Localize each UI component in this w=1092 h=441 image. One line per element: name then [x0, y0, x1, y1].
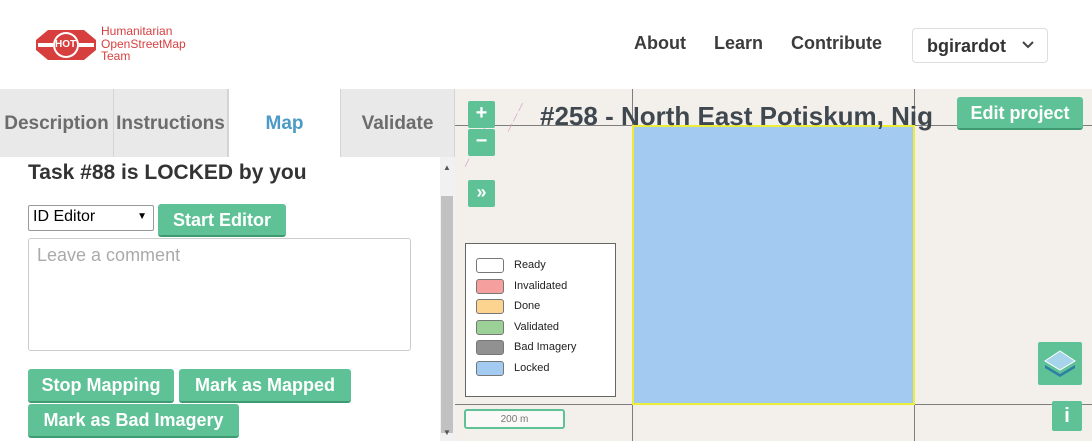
legend-item: Ready — [474, 256, 615, 277]
chevron-down-icon — [1022, 37, 1034, 53]
task-status-title: Task #88 is LOCKED by you — [28, 161, 307, 184]
edit-project-button[interactable]: Edit project — [957, 97, 1083, 130]
tab-map[interactable]: Map — [228, 89, 341, 157]
logo-badge: HOT — [55, 39, 77, 50]
comment-placeholder: Leave a comment — [37, 245, 181, 265]
task-panel: Task #88 is LOCKED by you ID Editor ▼ St… — [0, 157, 455, 441]
zoom-in-button[interactable]: + — [468, 101, 495, 128]
logo-wordmark: Humanitarian OpenStreetMap Team — [101, 25, 186, 63]
dropdown-arrow-icon: ▼ — [137, 211, 147, 222]
legend-swatch-bad-imagery — [476, 340, 504, 356]
logo-line-1: Humanitarian — [101, 24, 173, 38]
logo-line-3: Team — [101, 49, 131, 63]
user-menu-button[interactable]: bgirardot — [912, 28, 1048, 63]
task-status-legend: Ready Invalidated Done Validated Bad Ima… — [465, 243, 616, 397]
top-header: HOT Humanitarian OpenStreetMap Team Abou… — [0, 0, 1092, 89]
map-street-label: — — — — [503, 100, 527, 134]
tab-validate[interactable]: Validate — [341, 89, 455, 157]
legend-swatch-locked — [476, 360, 504, 376]
comment-textarea[interactable]: Leave a comment — [28, 238, 411, 351]
project-title: #258 - North East Potiskum, Nig — [540, 101, 933, 131]
editor-select[interactable]: ID Editor ▼ — [28, 205, 154, 231]
tab-description[interactable]: Description — [0, 89, 114, 157]
scroll-down-arrow-icon[interactable]: ▼ — [443, 428, 451, 437]
expand-panel-button[interactable]: » — [468, 180, 495, 207]
legend-label: Done — [514, 300, 541, 313]
legend-label: Bad Imagery — [514, 341, 577, 354]
scroll-up-arrow-icon[interactable]: ▲ — [443, 163, 451, 172]
legend-item: Done — [474, 297, 615, 318]
legend-label: Ready — [514, 259, 546, 271]
stop-mapping-button[interactable]: Stop Mapping — [28, 369, 174, 403]
legend-item: Locked — [474, 359, 615, 380]
legend-label: Validated — [514, 320, 560, 333]
editor-select-value: ID Editor — [33, 208, 96, 225]
start-editor-button[interactable]: Start Editor — [158, 204, 286, 237]
legend-item: Validated — [474, 318, 615, 339]
task-tabs: Description Instructions Map Validate — [0, 89, 455, 157]
legend-swatch-ready — [476, 258, 504, 273]
layers-icon — [1044, 350, 1076, 377]
tab-instructions[interactable]: Instructions — [114, 89, 228, 157]
legend-item: Bad Imagery — [474, 338, 615, 359]
nav-learn[interactable]: Learn — [714, 33, 763, 54]
legend-swatch-invalidated — [476, 278, 504, 294]
layers-button[interactable] — [1038, 342, 1082, 385]
legend-swatch-done — [476, 299, 504, 315]
legend-label: Invalidated — [514, 279, 568, 292]
legend-label: Locked — [514, 361, 550, 374]
legend-item: Invalidated — [474, 277, 615, 298]
zoom-out-button[interactable]: − — [468, 129, 495, 156]
info-button[interactable]: i — [1052, 401, 1082, 431]
map-scale-bar: 200 m — [464, 409, 565, 429]
nav-contribute[interactable]: Contribute — [791, 33, 882, 54]
locked-task-cell[interactable] — [632, 125, 915, 405]
task-map[interactable]: — — T — — — — — — #258 - North East Poti… — [455, 89, 1092, 441]
mark-as-mapped-button[interactable]: Mark as Mapped — [179, 369, 351, 403]
hot-logo[interactable]: HOT Humanitarian OpenStreetMap Team — [34, 24, 204, 66]
user-name: bgirardot — [927, 36, 1006, 56]
mark-as-bad-imagery-button[interactable]: Mark as Bad Imagery — [28, 404, 239, 438]
nav-about[interactable]: About — [634, 33, 686, 54]
legend-swatch-validated — [476, 319, 504, 335]
panel-scrollbar-thumb[interactable] — [441, 196, 453, 433]
